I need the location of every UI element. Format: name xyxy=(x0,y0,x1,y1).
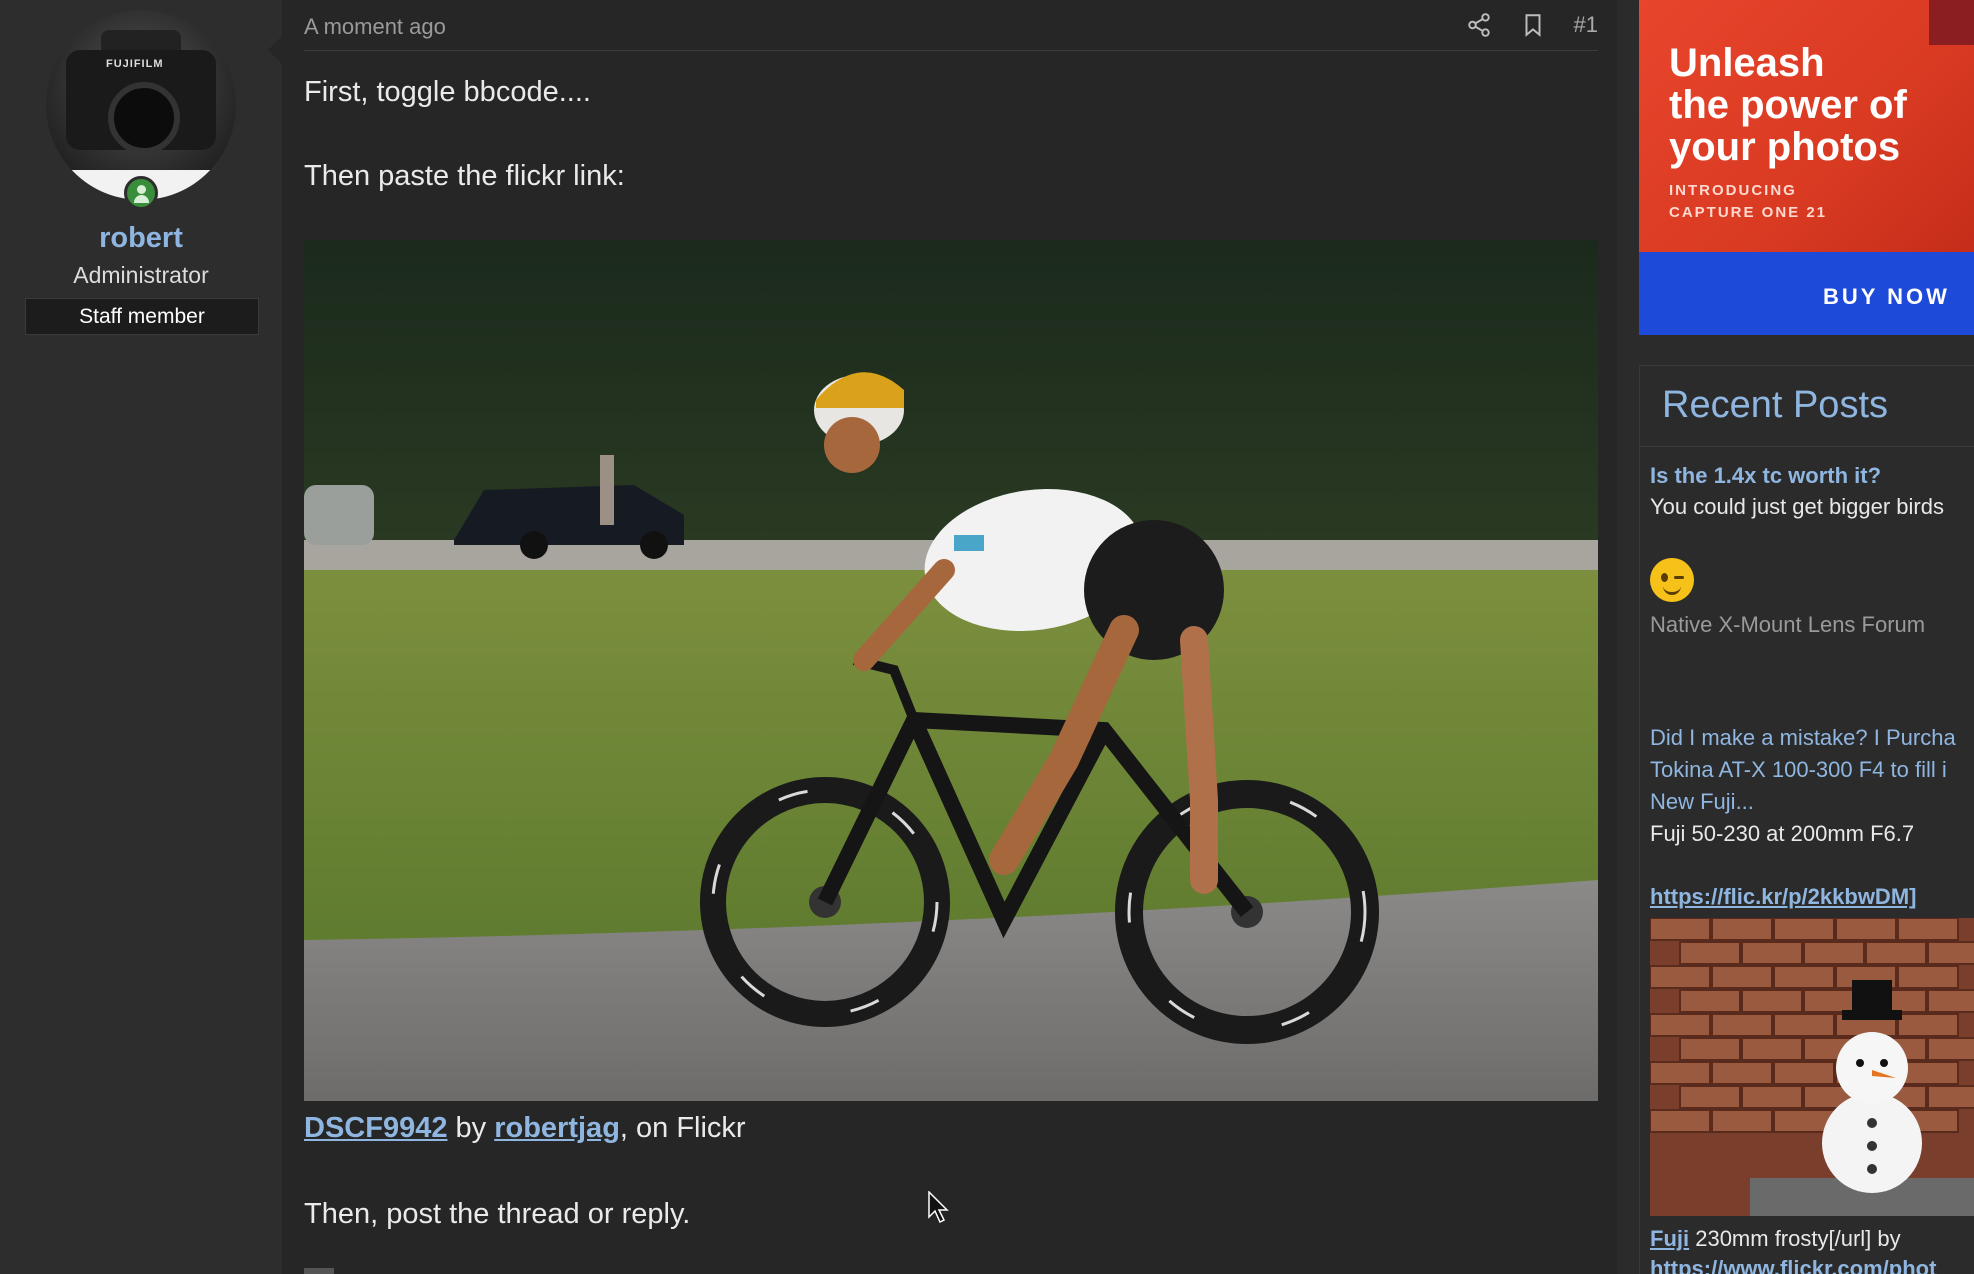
recent-post-title[interactable]: Tokina AT-X 100-300 F4 to fill i xyxy=(1650,757,1947,783)
recent-post-excerpt: You could just get bigger birds xyxy=(1650,494,1944,519)
recent-post-caption-text: 230mm frosty[/url] by xyxy=(1689,1226,1901,1251)
staff-badge: Staff member xyxy=(25,298,259,335)
username[interactable]: robert xyxy=(0,222,282,255)
recent-post-link[interactable]: https://flic.kr/p/2kkbwDM] xyxy=(1650,884,1916,910)
ad-corner-decoration xyxy=(1929,0,1974,45)
recent-post-title[interactable]: New Fuji... xyxy=(1650,789,1754,815)
snowman-photo xyxy=(1650,918,1974,1216)
recent-posts-widget: Recent Posts Is the 1.4x tc worth it? Yo… xyxy=(1639,365,1974,1274)
avatar-camera-lens xyxy=(108,82,180,154)
right-sidebar: Unleash the power of your photos INTRODU… xyxy=(1617,0,1974,1274)
ad-buy-now-button[interactable]: BUY NOW xyxy=(1823,284,1950,310)
user-role: Administrator xyxy=(73,262,209,288)
post-text-line: Then paste the flickr link: xyxy=(304,160,625,192)
embedded-flickr-photo[interactable] xyxy=(304,240,1598,1101)
ad-headline: Unleash the power of your photos xyxy=(1669,41,1907,169)
recent-post-title[interactable]: Is the 1.4x tc worth it? xyxy=(1650,463,1881,489)
recent-posts-title: Recent Posts xyxy=(1662,384,1888,426)
recent-post-excerpt: Fuji 50-230 at 200mm F6.7 xyxy=(1650,821,1915,846)
post-timestamp[interactable]: A moment ago xyxy=(304,14,446,40)
flickr-photo-link[interactable]: DSCF9942 xyxy=(304,1112,447,1144)
recent-post-caption: Fuji 230mm frosty[/url] by xyxy=(1650,1226,1901,1252)
post-footer-partial xyxy=(304,1268,334,1274)
winking-emoji-icon xyxy=(1650,558,1694,602)
divider xyxy=(1640,446,1974,447)
post-number-link[interactable]: #1 xyxy=(1574,12,1598,38)
avatar-camera-brand-mark: FUJIFILM xyxy=(106,58,164,70)
recent-post-link[interactable]: Fuji xyxy=(1650,1226,1689,1251)
advertisement-banner[interactable]: Unleash the power of your photos INTRODU… xyxy=(1639,0,1974,335)
online-status-icon xyxy=(124,176,158,210)
caption-tail-text: , on Flickr xyxy=(619,1112,746,1144)
cyclist-photo xyxy=(304,240,1598,1101)
post-header: A moment ago #1 xyxy=(304,0,1598,51)
flickr-caption: DSCF9942 by robertjag, on Flickr xyxy=(304,1112,746,1145)
mouse-cursor-icon xyxy=(928,1191,949,1223)
recent-post-thumbnail[interactable] xyxy=(1650,918,1974,1216)
flickr-user-link[interactable]: robertjag xyxy=(494,1112,620,1144)
message-post: A moment ago #1 First, toggle bbcode....… xyxy=(282,0,1617,1274)
share-icon[interactable] xyxy=(1466,12,1492,38)
post-text-line: First, toggle bbcode.... xyxy=(304,76,591,108)
recent-post-link[interactable]: https://www.flickr.com/phot xyxy=(1650,1256,1936,1274)
message-user-sidebar: FUJIFILM robert Administrator Staff memb… xyxy=(0,0,282,1274)
post-text-line: Then, post the thread or reply. xyxy=(304,1198,691,1230)
bookmark-icon[interactable] xyxy=(1520,12,1546,38)
caption-by-text: by xyxy=(447,1112,495,1144)
ad-subline: INTRODUCING CAPTURE ONE 21 xyxy=(1669,182,1828,221)
message-arrow xyxy=(268,36,282,64)
user-avatar[interactable]: FUJIFILM xyxy=(46,10,236,200)
recent-post-forum[interactable]: Native X-Mount Lens Forum xyxy=(1650,612,1925,638)
post-header-actions: #1 xyxy=(1466,12,1598,38)
recent-post-title[interactable]: Did I make a mistake? I Purcha xyxy=(1650,725,1956,751)
